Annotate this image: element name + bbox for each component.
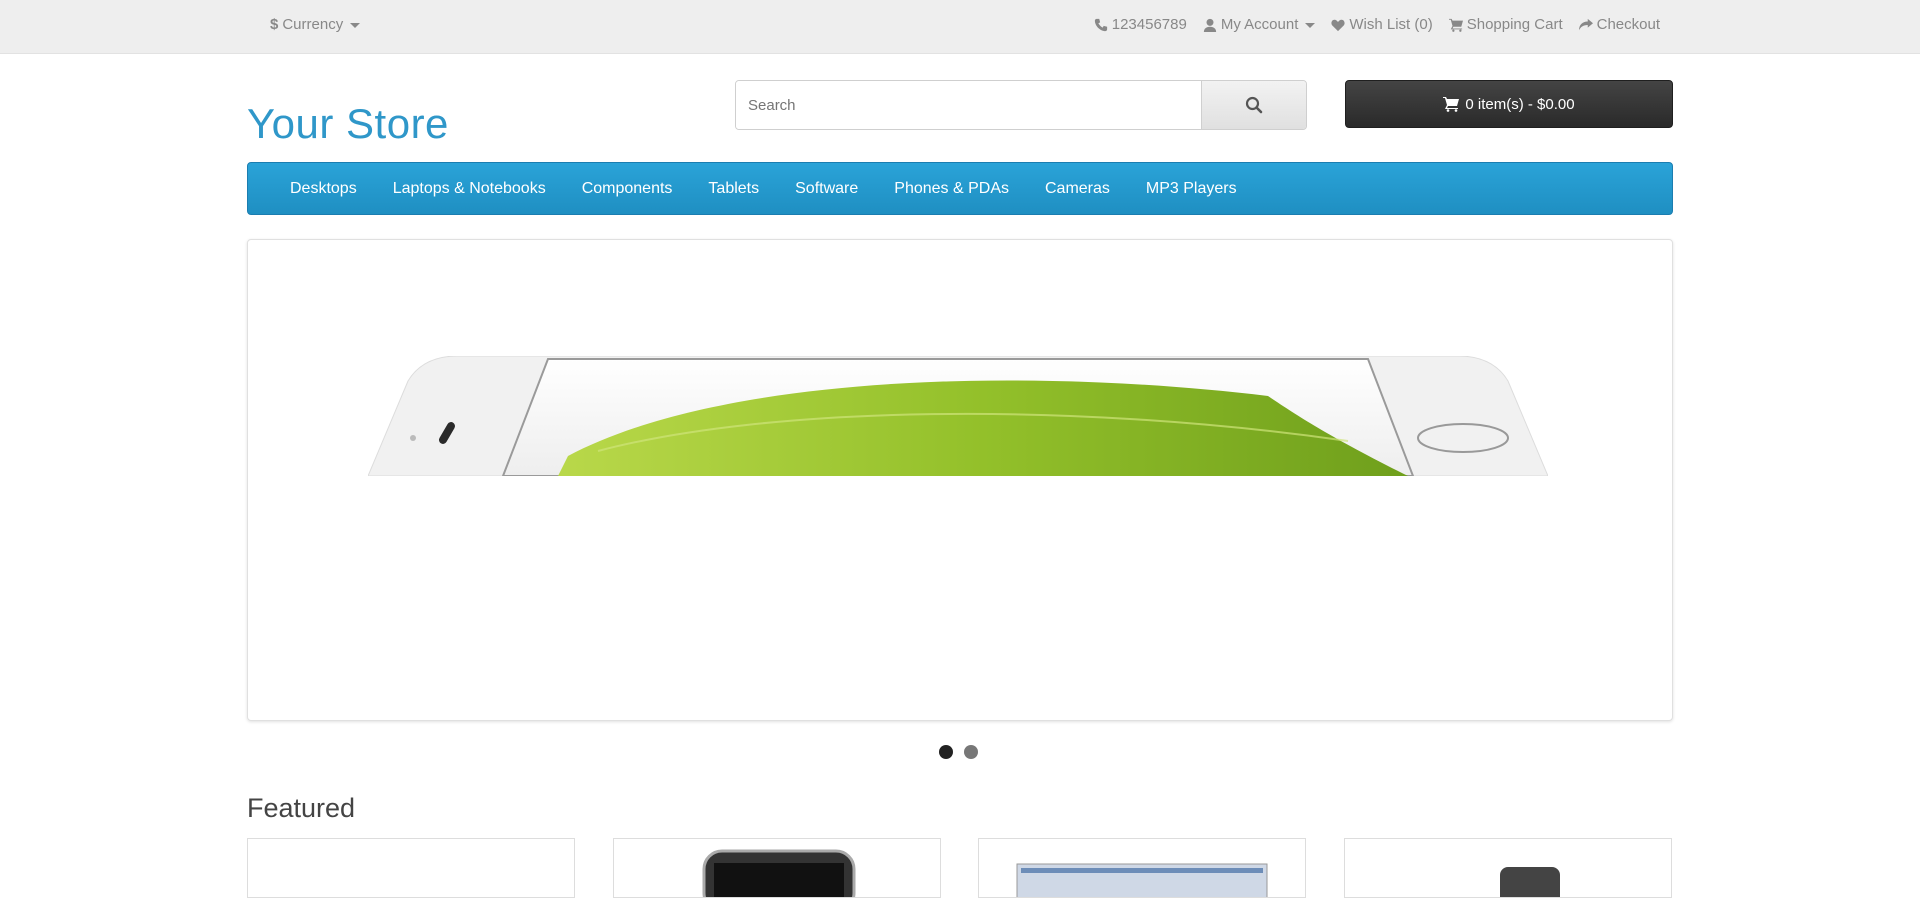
search-box <box>735 80 1307 130</box>
menu-item-desktops[interactable]: Desktops <box>272 180 375 198</box>
menu-item-components[interactable]: Components <box>564 180 691 198</box>
currency-dropdown[interactable]: $ Currency <box>270 16 361 33</box>
main-menu: Desktops Laptops & Notebooks Components … <box>247 162 1673 215</box>
product-card[interactable] <box>978 838 1306 898</box>
search-icon <box>1245 96 1263 114</box>
menu-item-phones-pdas[interactable]: Phones & PDAs <box>876 180 1027 198</box>
caret-down-icon <box>1305 23 1316 28</box>
wishlist-link[interactable]: Wish List (0) <box>1331 16 1433 33</box>
wishlist-label: Wish List (0) <box>1349 16 1433 33</box>
caret-down-icon <box>350 23 361 28</box>
cart-button[interactable]: 0 item(s) - $0.00 <box>1345 80 1673 128</box>
user-icon <box>1203 18 1216 32</box>
menu-item-mp3-players[interactable]: MP3 Players <box>1128 180 1255 198</box>
shopping-cart-label: Shopping Cart <box>1466 16 1563 33</box>
dollar-icon: $ <box>270 16 279 33</box>
slide-image-phone <box>368 356 1548 476</box>
cart-icon <box>1443 97 1460 112</box>
phone-link[interactable]: 123456789 <box>1094 16 1187 33</box>
my-account-label: My Account <box>1220 16 1299 33</box>
checkout-label: Checkout <box>1596 16 1660 33</box>
checkout-link[interactable]: Checkout <box>1578 16 1660 33</box>
menu-item-laptops-notebooks[interactable]: Laptops & Notebooks <box>375 180 564 198</box>
featured-heading: Featured <box>247 793 356 823</box>
phone-icon <box>1094 18 1107 31</box>
product-card[interactable] <box>613 838 941 898</box>
menu-item-tablets[interactable]: Tablets <box>690 180 777 198</box>
product-card[interactable] <box>247 838 575 898</box>
shopping-cart-link[interactable]: Shopping Cart <box>1448 16 1563 33</box>
slideshow-pager <box>939 745 978 759</box>
currency-label: Currency <box>282 16 344 33</box>
menu-item-cameras[interactable]: Cameras <box>1027 180 1128 198</box>
cart-summary: 0 item(s) - $0.00 <box>1465 95 1575 113</box>
product-card[interactable] <box>1344 838 1672 898</box>
my-account-dropdown[interactable]: My Account <box>1203 16 1316 33</box>
share-arrow-icon <box>1578 18 1593 30</box>
search-input[interactable] <box>736 81 1201 129</box>
cart-icon <box>1448 18 1463 32</box>
top-bar: $ Currency 123456789 My Account Wish Lis… <box>0 0 1920 54</box>
store-logo[interactable]: Your Store <box>247 100 449 148</box>
product-thumbnail <box>1500 867 1560 897</box>
product-thumbnail <box>702 849 856 897</box>
search-button[interactable] <box>1201 81 1306 129</box>
slideshow[interactable] <box>247 239 1673 721</box>
menu-item-software[interactable]: Software <box>777 180 876 198</box>
phone-number: 123456789 <box>1111 16 1187 33</box>
pager-dot-2[interactable] <box>964 745 978 759</box>
pager-dot-1[interactable] <box>939 745 953 759</box>
heart-icon <box>1331 19 1345 31</box>
product-thumbnail <box>1016 863 1268 897</box>
